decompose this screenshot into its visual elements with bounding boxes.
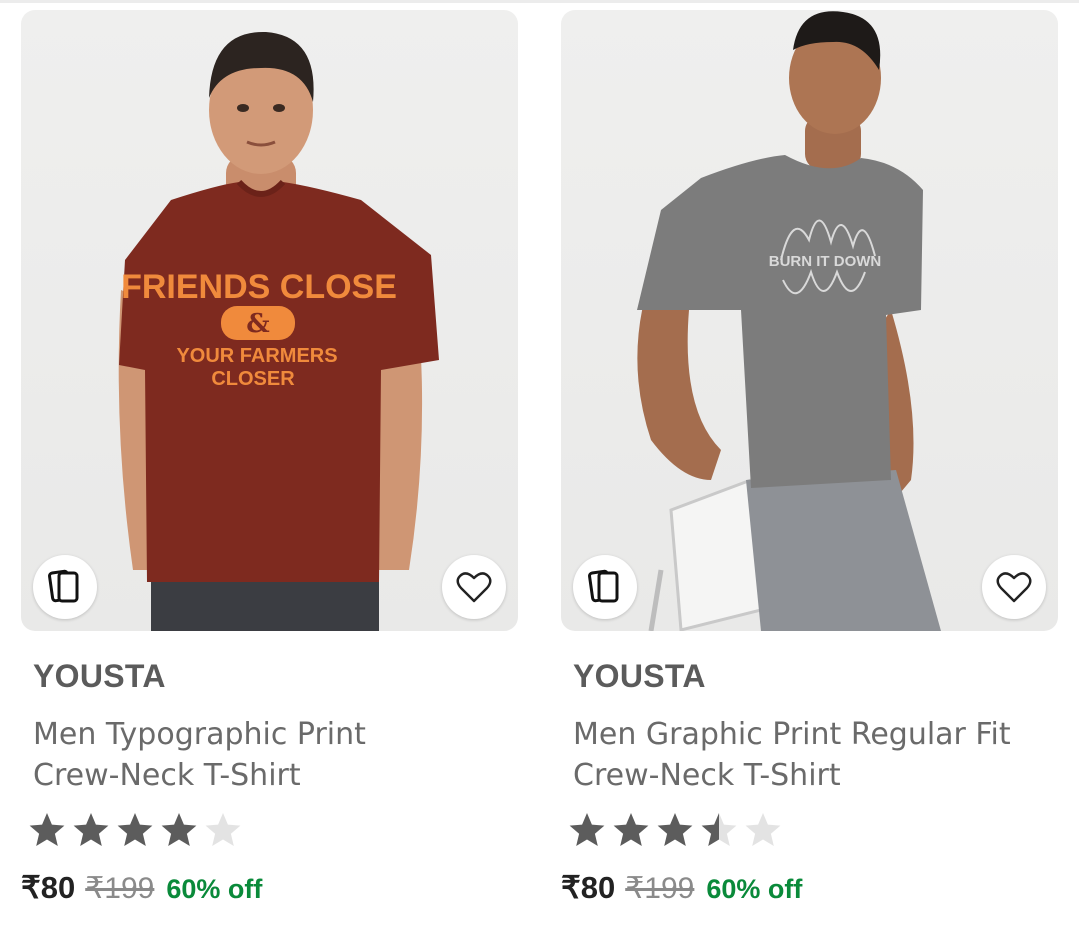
product-title-line1: Men Typographic Print — [33, 717, 366, 752]
heart-outline-icon — [996, 572, 1032, 603]
star-filled-icon — [569, 813, 605, 846]
compare-button[interactable] — [33, 555, 97, 619]
star-empty-icon — [205, 813, 241, 846]
star-filled-icon — [117, 813, 153, 846]
product-image[interactable]: BURN IT DOWN — [561, 10, 1058, 631]
selling-price: ₹80 — [561, 870, 616, 905]
star-rating — [565, 810, 785, 850]
star-filled-icon — [73, 813, 109, 846]
product-title-line2: Crew-Neck T-Shirt — [573, 758, 841, 793]
price-row: ₹80 ₹199 60% off — [21, 870, 262, 906]
discount-badge: 60% off — [706, 874, 803, 904]
product-title[interactable]: Men Typographic Print Crew-Neck T-Shirt — [33, 714, 513, 796]
wishlist-button[interactable] — [982, 555, 1046, 619]
tshirt-print-text: BURN IT DOWN — [769, 253, 882, 270]
product-photo-model-red-tshirt: FRIENDS CLOSE & YOUR FARMERS CLOSER — [118, 31, 439, 631]
star-rating — [25, 810, 245, 850]
compare-button[interactable] — [573, 555, 637, 619]
product-title-line2: Crew-Neck T-Shirt — [33, 758, 301, 793]
product-card[interactable]: FRIENDS CLOSE & YOUR FARMERS CLOSER YOUS… — [21, 10, 518, 931]
brand-name: YOUSTA — [33, 658, 166, 694]
heart-outline-icon — [456, 572, 492, 603]
original-price: ₹199 — [625, 872, 695, 905]
original-price: ₹199 — [85, 872, 155, 905]
product-image[interactable]: FRIENDS CLOSE & YOUR FARMERS CLOSER — [21, 10, 518, 631]
star-filled-icon — [613, 813, 649, 846]
brand-name: YOUSTA — [573, 658, 706, 694]
selling-price: ₹80 — [21, 870, 76, 905]
product-grid: FRIENDS CLOSE & YOUR FARMERS CLOSER YOUS… — [0, 0, 1079, 931]
star-half-icon — [701, 813, 737, 846]
star-filled-icon — [657, 813, 693, 846]
star-filled-icon — [29, 813, 65, 846]
product-title-line1: Men Graphic Print Regular Fit — [573, 717, 1011, 752]
product-photo-model-grey-tshirt: BURN IT DOWN — [637, 11, 941, 631]
tshirt-print-line2: YOUR FARMERS — [176, 345, 337, 367]
compare-cards-icon — [48, 569, 79, 603]
tshirt-print-text: FRIENDS CLOSE — [121, 268, 397, 306]
price-row: ₹80 ₹199 60% off — [561, 870, 802, 906]
compare-cards-icon — [588, 569, 619, 603]
discount-badge: 60% off — [166, 874, 263, 904]
star-filled-icon — [161, 813, 197, 846]
product-title[interactable]: Men Graphic Print Regular Fit Crew-Neck … — [573, 714, 1053, 796]
wishlist-button[interactable] — [442, 555, 506, 619]
tshirt-print-amp: & — [246, 309, 269, 339]
product-card[interactable]: BURN IT DOWN YOUSTA Men Graphic Print Re… — [561, 10, 1058, 931]
tshirt-print-line3: CLOSER — [211, 368, 295, 390]
star-empty-icon — [745, 813, 781, 846]
